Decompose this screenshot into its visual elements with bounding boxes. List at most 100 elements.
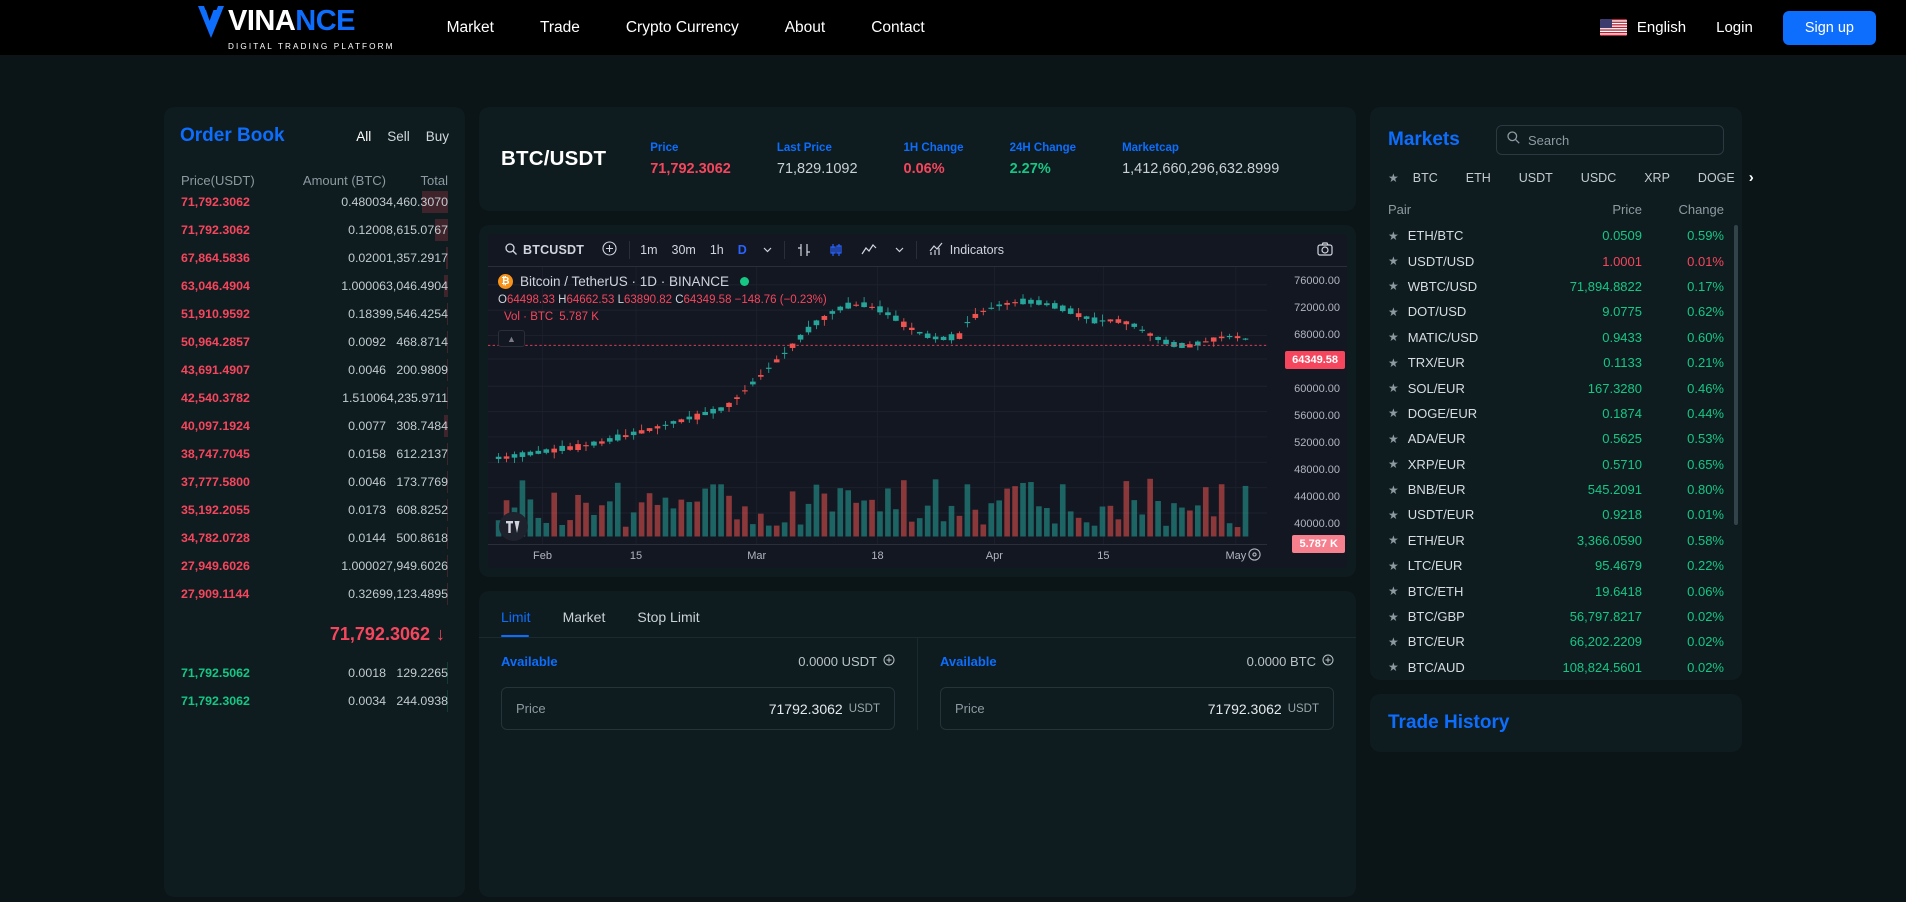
order-book-row[interactable]: 34,782.0728 0.0144 500.8618 [178,524,451,552]
order-book-row[interactable]: 38,747.7045 0.0158 612.2137 [178,440,451,468]
market-row[interactable]: ★ LTC/EUR 95.4679 0.22% [1370,553,1742,578]
markets-search-input[interactable] [1528,133,1713,148]
order-book-row[interactable]: 43,691.4907 0.0046 200.9809 [178,356,451,384]
buy-price-input[interactable]: Price 71792.3062 USDT [501,687,895,730]
favorites-star-icon[interactable]: ★ [1388,171,1399,185]
timeframe-1h[interactable]: 1h [703,243,731,257]
add-symbol-button[interactable] [593,234,626,266]
tab-stop-limit[interactable]: Stop Limit [621,609,715,637]
signup-button[interactable]: Sign up [1783,11,1876,45]
market-row[interactable]: ★ ADA/EUR 0.5625 0.53% [1370,426,1742,451]
markets-scrollbar[interactable] [1734,225,1738,525]
star-icon[interactable]: ★ [1388,584,1399,598]
nav-item-crypto-currency[interactable]: Crypto Currency [626,19,739,37]
order-book-row[interactable]: 71,792.3062 0.4800 34,460.3070 [178,188,451,216]
markets-search-box[interactable] [1496,125,1724,155]
star-icon[interactable]: ★ [1388,254,1399,268]
nav-item-market[interactable]: Market [447,19,494,37]
market-filter-xrp[interactable]: XRP [1630,171,1684,185]
order-book-row[interactable]: 27,949.6026 1.0000 27,949.6026 [178,552,451,580]
order-book-row[interactable]: 37,777.5800 0.0046 173.7769 [178,468,451,496]
star-icon[interactable]: ★ [1388,508,1399,522]
chevron-right-icon[interactable]: › [1749,169,1754,186]
bar-style-icon[interactable] [788,234,820,266]
market-row[interactable]: ★ DOGE/EUR 0.1874 0.44% [1370,401,1742,426]
order-book-row[interactable]: 63,046.4904 1.0000 63,046.4904 [178,272,451,300]
star-icon[interactable]: ★ [1388,432,1399,446]
market-row[interactable]: ★ TRX/EUR 0.1133 0.21% [1370,350,1742,375]
tradingview-logo-icon[interactable] [499,512,528,541]
indicators-button[interactable]: Indicators [920,234,1013,266]
legend-collapse-button[interactable]: ▲ [498,330,525,347]
tab-limit[interactable]: Limit [501,609,547,637]
market-row[interactable]: ★ BTC/GBP 56,797.8217 0.02% [1370,604,1742,629]
markets-list[interactable]: ★ ETH/BTC 0.0509 0.59% ★ USDT/USD 1.0001… [1370,223,1742,680]
order-book-filter-all[interactable]: All [356,129,371,144]
chart-symbol-search[interactable]: BTCUSDT [496,234,593,266]
star-icon[interactable]: ★ [1388,457,1399,471]
chart-price-axis[interactable]: 76000.0072000.0068000.0064349.5860000.00… [1267,267,1347,544]
order-book-row[interactable]: 42,540.3782 1.5100 64,235.9711 [178,384,451,412]
timeframe-d[interactable]: D [731,243,754,257]
order-book-row[interactable]: 71,792.5062 0.0018 129.2265 [178,659,451,687]
tab-market[interactable]: Market [547,609,622,637]
market-row[interactable]: ★ BTC/AUD 108,824.5601 0.02% [1370,655,1742,680]
star-icon[interactable]: ★ [1388,635,1399,649]
brand-logo[interactable]: VINANCE DIGITAL TRADING PLATFORM [196,5,395,51]
market-row[interactable]: ★ WBTC/USD 71,894.8822 0.17% [1370,274,1742,299]
language-selector[interactable]: English [1600,19,1686,36]
market-row[interactable]: ★ BTC/EUR 66,202.2209 0.02% [1370,629,1742,654]
market-filter-usdc[interactable]: USDC [1567,171,1630,185]
star-icon[interactable]: ★ [1388,279,1399,293]
star-icon[interactable]: ★ [1388,610,1399,624]
market-row[interactable]: ★ BNB/EUR 545.2091 0.80% [1370,477,1742,502]
login-link[interactable]: Login [1716,19,1753,36]
market-row[interactable]: ★ DOT/USD 9.0775 0.62% [1370,299,1742,324]
chart-settings-icon[interactable] [1248,548,1261,564]
market-row[interactable]: ★ BTC/ETH 19.6418 0.06% [1370,578,1742,603]
star-icon[interactable]: ★ [1388,533,1399,547]
star-icon[interactable]: ★ [1388,559,1399,573]
screenshot-camera-icon[interactable] [1317,242,1339,259]
market-filter-usdt[interactable]: USDT [1505,171,1567,185]
tradingview-chart[interactable]: BTCUSDT 1m 30m 1h D [488,234,1347,568]
timeframe-1m[interactable]: 1m [633,243,664,257]
sell-price-input[interactable]: Price 71792.3062 USDT [940,687,1334,730]
order-book-row[interactable]: 35,192.2055 0.0173 608.8252 [178,496,451,524]
order-book-row[interactable]: 71,792.3062 0.0034 244.0938 [178,687,451,715]
chart-style-dropdown-icon[interactable] [886,234,913,266]
info-circle-icon[interactable] [1322,654,1334,669]
star-icon[interactable]: ★ [1388,660,1399,674]
nav-item-about[interactable]: About [785,19,826,37]
info-circle-icon[interactable] [883,654,895,669]
order-book-row[interactable]: 51,910.9592 0.1839 9,546.4254 [178,300,451,328]
nav-item-contact[interactable]: Contact [871,19,924,37]
market-filter-btc[interactable]: BTC [1399,171,1452,185]
order-book-filter-sell[interactable]: Sell [387,129,410,144]
nav-item-trade[interactable]: Trade [540,19,580,37]
market-row[interactable]: ★ USDT/USD 1.0001 0.01% [1370,248,1742,273]
market-row[interactable]: ★ ETH/BTC 0.0509 0.59% [1370,223,1742,248]
market-row[interactable]: ★ SOL/EUR 167.3280 0.46% [1370,375,1742,400]
chart-style-area-icon[interactable] [852,234,886,266]
chart-time-axis[interactable]: Feb15Mar18Apr15May [488,544,1267,568]
star-icon[interactable]: ★ [1388,381,1399,395]
market-filter-doge[interactable]: DOGE [1684,171,1749,185]
order-book-row[interactable]: 67,864.5836 0.0200 1,357.2917 [178,244,451,272]
order-book-filter-buy[interactable]: Buy [426,129,449,144]
market-row[interactable]: ★ XRP/EUR 0.5710 0.65% [1370,452,1742,477]
chart-plot-area[interactable] [488,267,1267,544]
order-book-row[interactable]: 40,097.1924 0.0077 308.7484 [178,412,451,440]
market-row[interactable]: ★ USDT/EUR 0.9218 0.01% [1370,502,1742,527]
timeframe-dropdown-icon[interactable] [754,234,781,266]
star-icon[interactable]: ★ [1388,406,1399,420]
star-icon[interactable]: ★ [1388,483,1399,497]
star-icon[interactable]: ★ [1388,356,1399,370]
market-row[interactable]: ★ ETH/EUR 3,366.0590 0.58% [1370,528,1742,553]
market-filter-eth[interactable]: ETH [1452,171,1505,185]
star-icon[interactable]: ★ [1388,330,1399,344]
candlestick-style-icon[interactable] [820,234,852,266]
order-book-row[interactable]: 27,909.1144 0.3269 9,123.4895 [178,580,451,608]
order-book-row[interactable]: 50,964.2857 0.0092 468.8714 [178,328,451,356]
star-icon[interactable]: ★ [1388,305,1399,319]
